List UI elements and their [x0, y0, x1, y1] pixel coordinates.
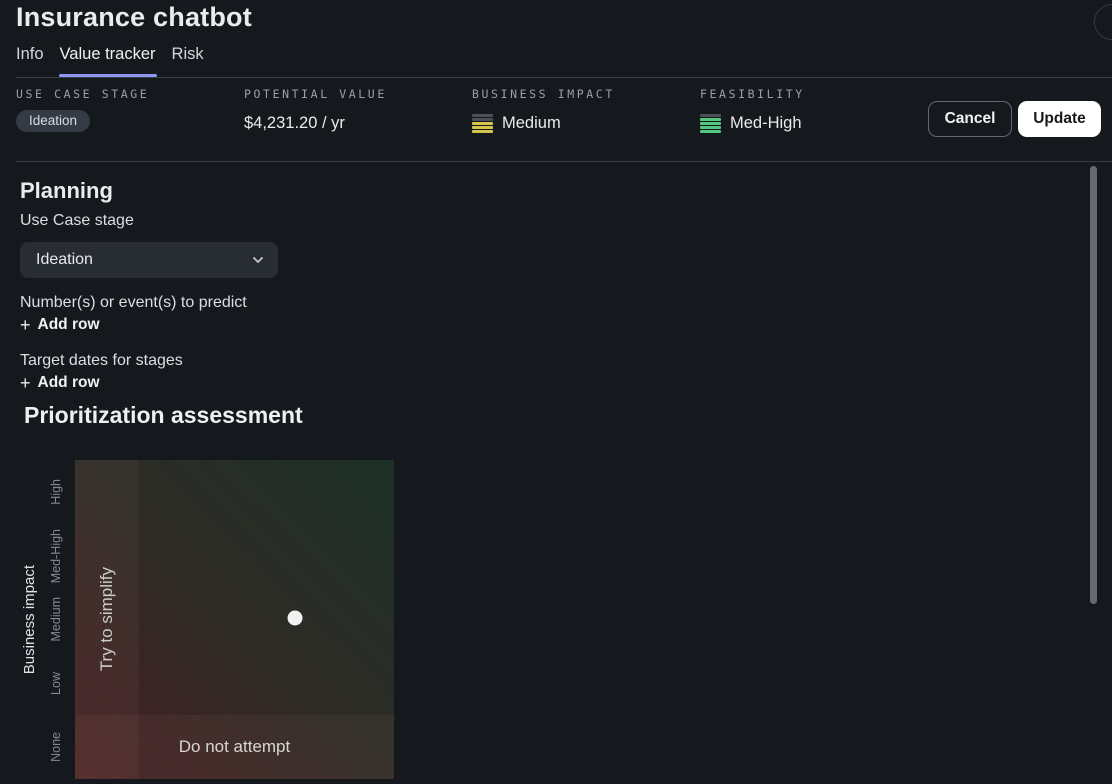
update-button[interactable]: Update [1018, 101, 1101, 137]
header-divider [16, 77, 1112, 78]
business-impact-text: Medium [502, 114, 561, 133]
metric-label: BUSINESS IMPACT [472, 87, 615, 101]
y-tick-label: High [42, 460, 70, 524]
level-bar [472, 122, 493, 125]
page-title: Insurance chatbot [16, 2, 252, 33]
metric-label: FEASIBILITY [700, 87, 805, 101]
tab-bar: Info Value tracker Risk [16, 45, 204, 77]
add-row-predict-button[interactable]: + Add row [20, 316, 100, 334]
use-case-stage-selected-value: Ideation [36, 251, 252, 269]
use-case-stage-label: Use Case stage [20, 212, 134, 230]
try-to-simplify-label: Try to simplify [75, 524, 139, 715]
level-bar [472, 126, 493, 129]
level-bar [700, 122, 721, 125]
level-bars-icon [472, 114, 493, 133]
data-point[interactable] [288, 610, 303, 625]
feasibility-text: Med-High [730, 114, 802, 133]
metric-label: USE CASE STAGE [16, 87, 149, 101]
metric-feasibility: FEASIBILITY Med-High [700, 87, 805, 133]
add-row-label: Add row [38, 316, 100, 334]
level-bar [700, 114, 721, 117]
predict-label: Number(s) or event(s) to predict [20, 294, 247, 312]
level-bar [472, 114, 493, 117]
y-tick-label: Low [42, 651, 70, 715]
assessment-heading: Prioritization assessment [24, 402, 303, 429]
add-row-label: Add row [38, 374, 100, 392]
tab-risk[interactable]: Risk [172, 45, 204, 77]
corner-circle-decoration [1094, 4, 1112, 40]
y-axis-ticks: HighMed-HighMediumLowNone [42, 460, 70, 779]
level-bars-icon [700, 114, 721, 133]
y-tick-label: Med-High [42, 524, 70, 588]
metric-business-impact: BUSINESS IMPACT Medium [472, 87, 615, 133]
add-row-target-dates-button[interactable]: + Add row [20, 374, 100, 392]
level-bar [472, 118, 493, 121]
level-bar [472, 130, 493, 133]
y-tick-label: None [42, 715, 70, 779]
use-case-stage-select[interactable]: Ideation [20, 242, 278, 278]
y-tick-label: Medium [42, 588, 70, 652]
y-axis-label: Business impact [18, 460, 40, 779]
scrollbar-thumb[interactable] [1090, 166, 1097, 604]
content-divider [16, 161, 1112, 162]
prioritization-chart-plot[interactable]: Try to simplify Do not attempt [75, 460, 394, 779]
metric-use-case-stage: USE CASE STAGE Ideation [16, 87, 149, 132]
level-bar [700, 130, 721, 133]
level-bar [700, 118, 721, 121]
level-bar [700, 126, 721, 129]
potential-value-text: $4,231.20 / yr [244, 114, 345, 133]
tab-info[interactable]: Info [16, 45, 44, 77]
stage-badge: Ideation [16, 110, 90, 132]
plus-icon: + [20, 375, 31, 391]
cancel-button[interactable]: Cancel [928, 101, 1012, 137]
tab-value-tracker[interactable]: Value tracker [60, 45, 156, 77]
planning-heading: Planning [20, 178, 113, 204]
metric-potential-value: POTENTIAL VALUE $4,231.20 / yr [244, 87, 387, 133]
do-not-attempt-label: Do not attempt [75, 715, 394, 779]
plus-icon: + [20, 317, 31, 333]
metric-label: POTENTIAL VALUE [244, 87, 387, 101]
chevron-down-icon [252, 254, 264, 266]
target-dates-label: Target dates for stages [20, 352, 183, 370]
